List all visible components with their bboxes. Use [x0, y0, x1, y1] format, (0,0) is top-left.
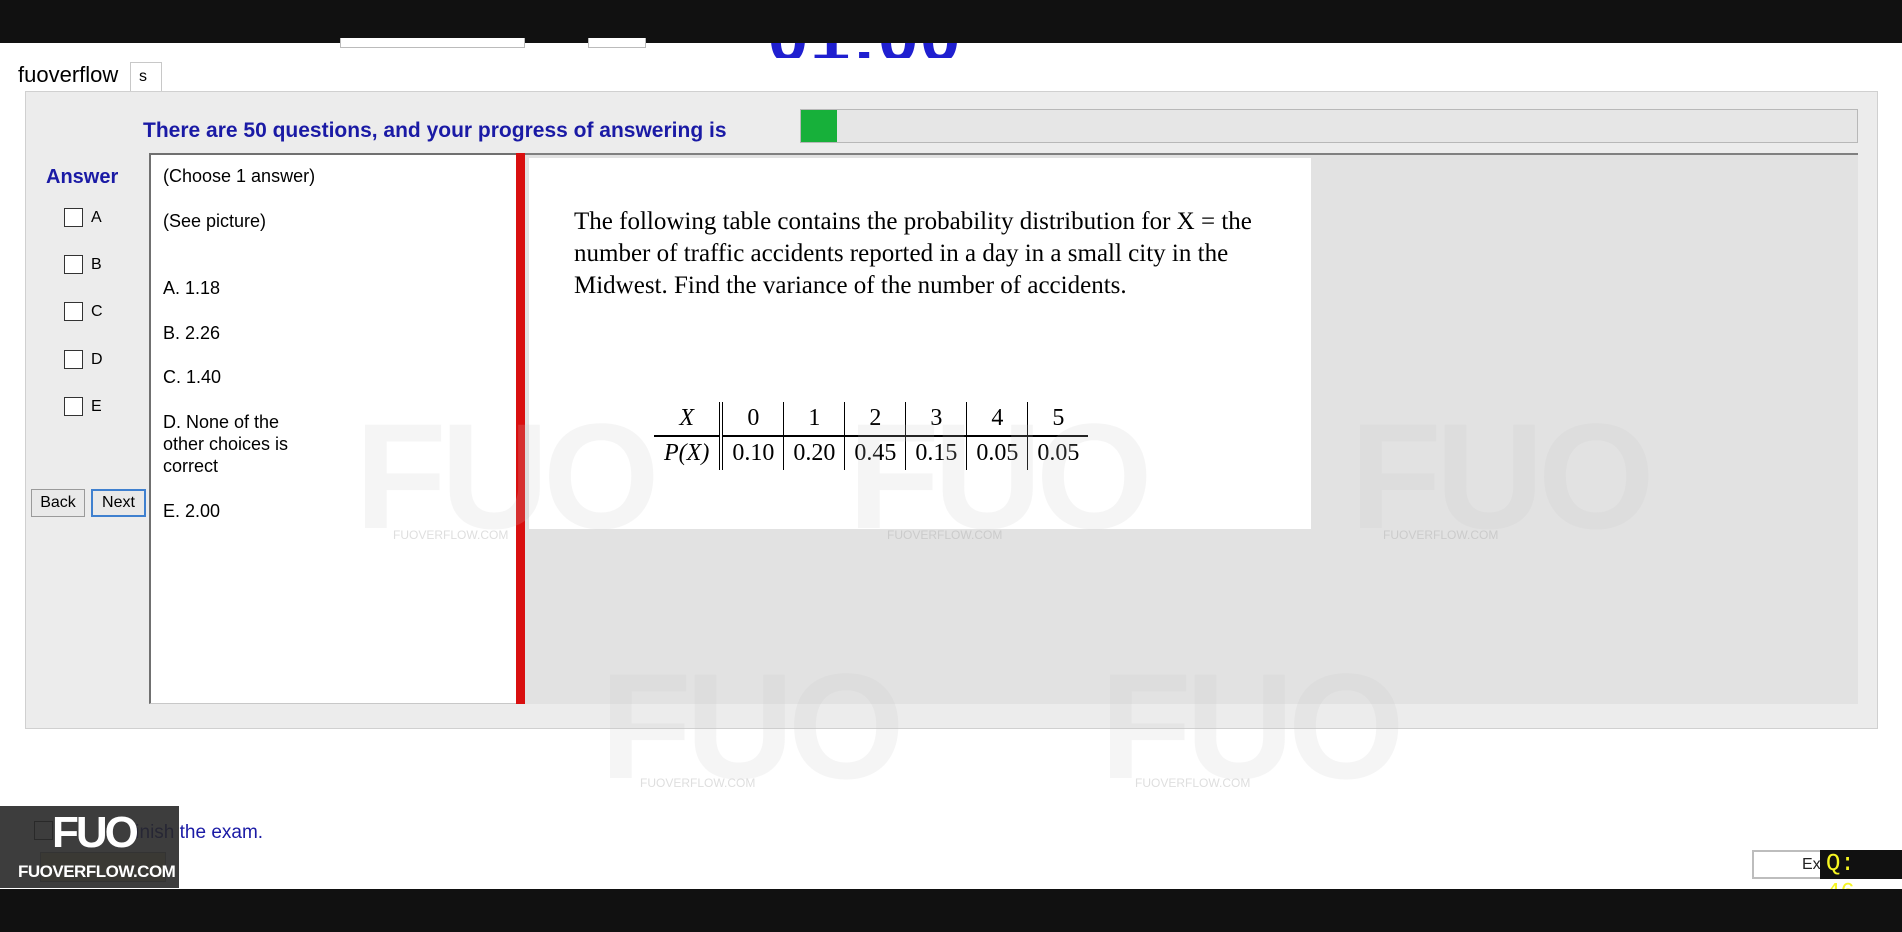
- option-a-text: A. 1.18: [163, 278, 221, 298]
- choice-d-checkbox[interactable]: [64, 350, 83, 369]
- question-text: The following table contains the probabi…: [574, 208, 1252, 299]
- x-cell: 4: [966, 402, 1028, 437]
- back-button[interactable]: Back: [31, 489, 85, 517]
- see-picture-text: (See picture): [163, 211, 267, 231]
- row-label-p: P(X): [664, 440, 710, 466]
- choice-e[interactable]: E: [64, 397, 102, 416]
- option-d-text: D. None of the: [163, 412, 280, 432]
- splitter-handle[interactable]: [516, 153, 525, 704]
- p-cell: 0.15: [905, 436, 967, 470]
- next-button[interactable]: Next: [91, 489, 146, 517]
- tab-questions[interactable]: s: [130, 62, 162, 91]
- option-b-text: B. 2.26: [163, 323, 221, 343]
- probability-table: X 0 1 2 3 4 5 P(X) 0.10 0.20 0.45 0.15 0…: [654, 402, 1089, 470]
- p-cell: 0.20: [783, 436, 845, 470]
- option-d-text-3: correct: [163, 456, 219, 476]
- p-cell: 0.05: [1027, 436, 1089, 470]
- x-cell: 2: [844, 402, 906, 437]
- x-cell: 5: [1027, 402, 1089, 437]
- progress-fill: [801, 110, 837, 142]
- choice-e-checkbox[interactable]: [64, 397, 83, 416]
- choice-b-checkbox[interactable]: [64, 255, 83, 274]
- choice-b[interactable]: B: [64, 255, 102, 274]
- watermark-text: FUOVERFLOW.COM: [640, 776, 756, 790]
- choice-c-checkbox[interactable]: [64, 302, 83, 321]
- option-e-text: E. 2.00: [163, 501, 221, 521]
- row-label-x: X: [654, 402, 722, 437]
- choice-b-label: B: [91, 255, 102, 273]
- p-cell: 0.05: [966, 436, 1028, 470]
- timer-text: 01:00: [768, 43, 962, 58]
- top-field-fragment[interactable]: [588, 38, 646, 48]
- choice-a-label: A: [91, 208, 102, 226]
- answer-text-box: (Choose 1 answer) (See picture) A. 1.18 …: [149, 153, 518, 704]
- progress-bar: [800, 109, 1858, 143]
- option-c-text: C. 1.40: [163, 367, 222, 387]
- answer-instruction: (Choose 1 answer): [163, 166, 316, 186]
- table-row-p: P(X) 0.10 0.20 0.45 0.15 0.05 0.05: [654, 436, 1089, 470]
- choice-c[interactable]: C: [64, 302, 103, 321]
- logo-mark: FUO: [52, 808, 139, 857]
- choice-c-label: C: [91, 302, 103, 320]
- top-black-bar: [0, 0, 1902, 43]
- x-cell: 0: [719, 402, 784, 437]
- x-cell: 3: [905, 402, 967, 437]
- choice-e-label: E: [91, 397, 102, 415]
- brand-label: fuoverflow: [18, 62, 119, 87]
- option-d-text-2: other choices is: [163, 434, 289, 454]
- x-cell: 1: [783, 402, 845, 437]
- p-cell: 0.10: [719, 436, 784, 470]
- logo-text: FUOVERFLOW.COM: [18, 862, 176, 881]
- choice-a[interactable]: A: [64, 208, 102, 227]
- answer-heading: Answer: [46, 166, 119, 188]
- choice-d-label: D: [91, 350, 103, 368]
- p-cell: 0.45: [844, 436, 906, 470]
- bottom-black-bar: [0, 889, 1902, 932]
- table-row-x: X 0 1 2 3 4 5: [654, 402, 1089, 437]
- top-dropdown-fragment[interactable]: [340, 38, 525, 48]
- choice-d[interactable]: D: [64, 350, 103, 369]
- question-picture: The following table contains the probabi…: [529, 158, 1311, 529]
- fuoverflow-logo: FUO FUOVERFLOW.COM: [0, 806, 179, 888]
- timer-fragment: 01:00: [768, 43, 964, 58]
- choice-a-checkbox[interactable]: [64, 208, 83, 227]
- watermark-text: FUOVERFLOW.COM: [1135, 776, 1251, 790]
- question-counter: Q: 46: [1820, 850, 1902, 907]
- progress-label: There are 50 questions, and your progres…: [143, 119, 727, 142]
